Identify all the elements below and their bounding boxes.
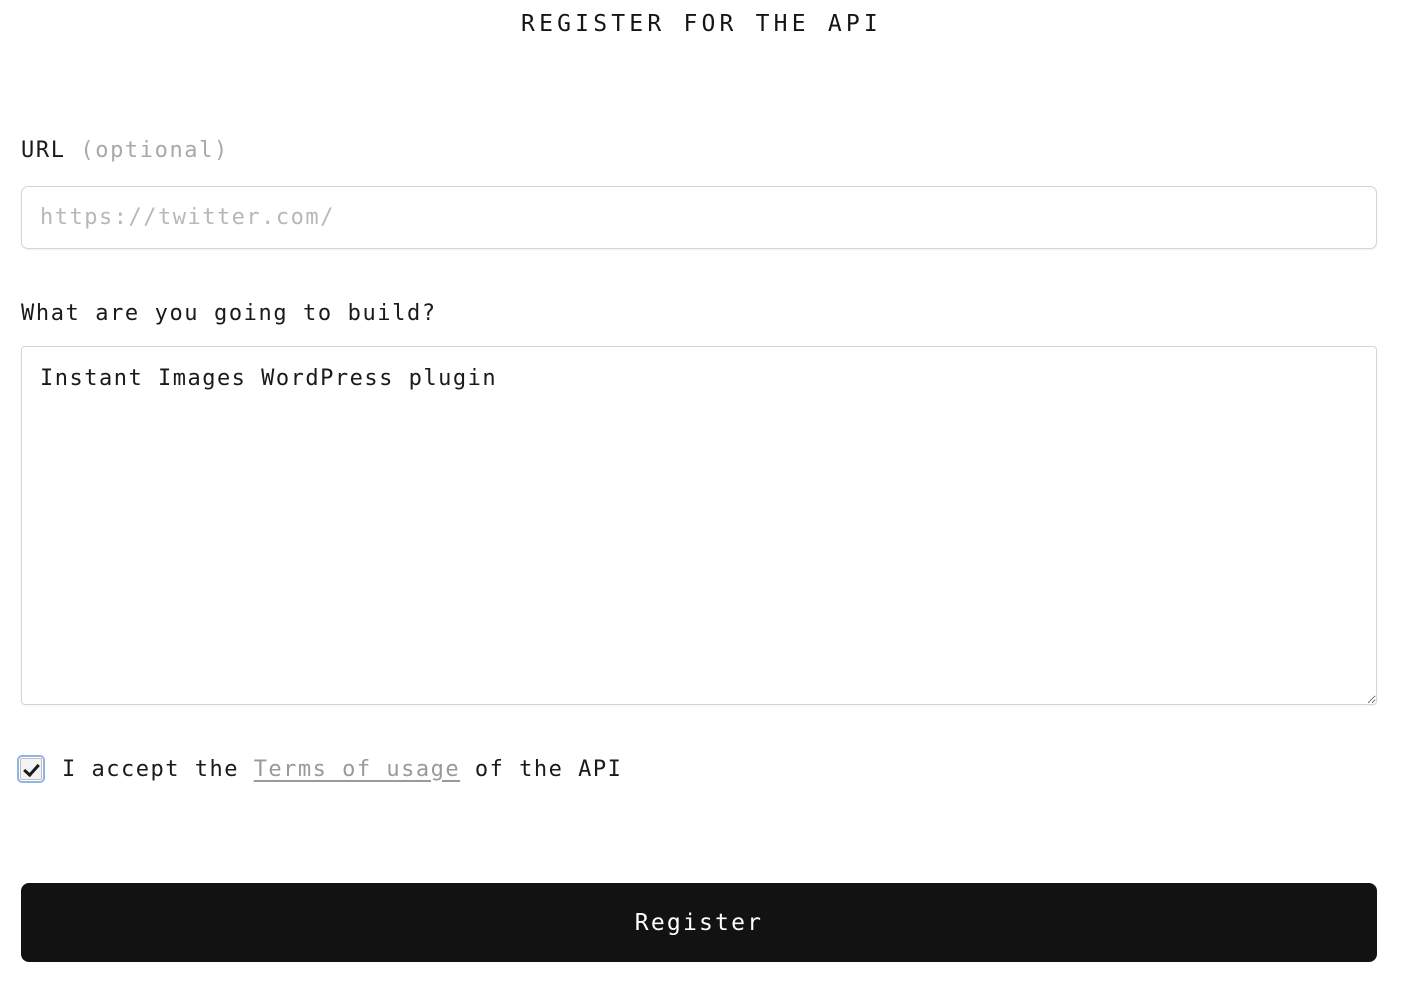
register-api-page: REGISTER FOR THE API URL (optional) What…	[0, 0, 1403, 988]
page-title: REGISTER FOR THE API	[521, 11, 882, 37]
url-label-text: URL	[21, 138, 66, 163]
terms-label: I accept the Terms of usage of the API	[62, 757, 622, 782]
url-input[interactable]	[21, 186, 1377, 249]
build-description-textarea[interactable]	[21, 346, 1377, 705]
accept-terms-checkbox[interactable]	[17, 755, 45, 783]
url-label-optional: (optional)	[65, 138, 229, 163]
url-field-label: URL (optional)	[21, 138, 229, 163]
terms-acceptance-row: I accept the Terms of usage of the API	[17, 752, 622, 786]
terms-of-usage-link[interactable]: Terms of usage	[254, 757, 460, 782]
terms-text-after: of the API	[460, 756, 623, 782]
build-field-label: What are you going to build?	[21, 301, 437, 326]
terms-text-before: I accept the	[62, 756, 254, 782]
register-button[interactable]: Register	[21, 883, 1377, 962]
